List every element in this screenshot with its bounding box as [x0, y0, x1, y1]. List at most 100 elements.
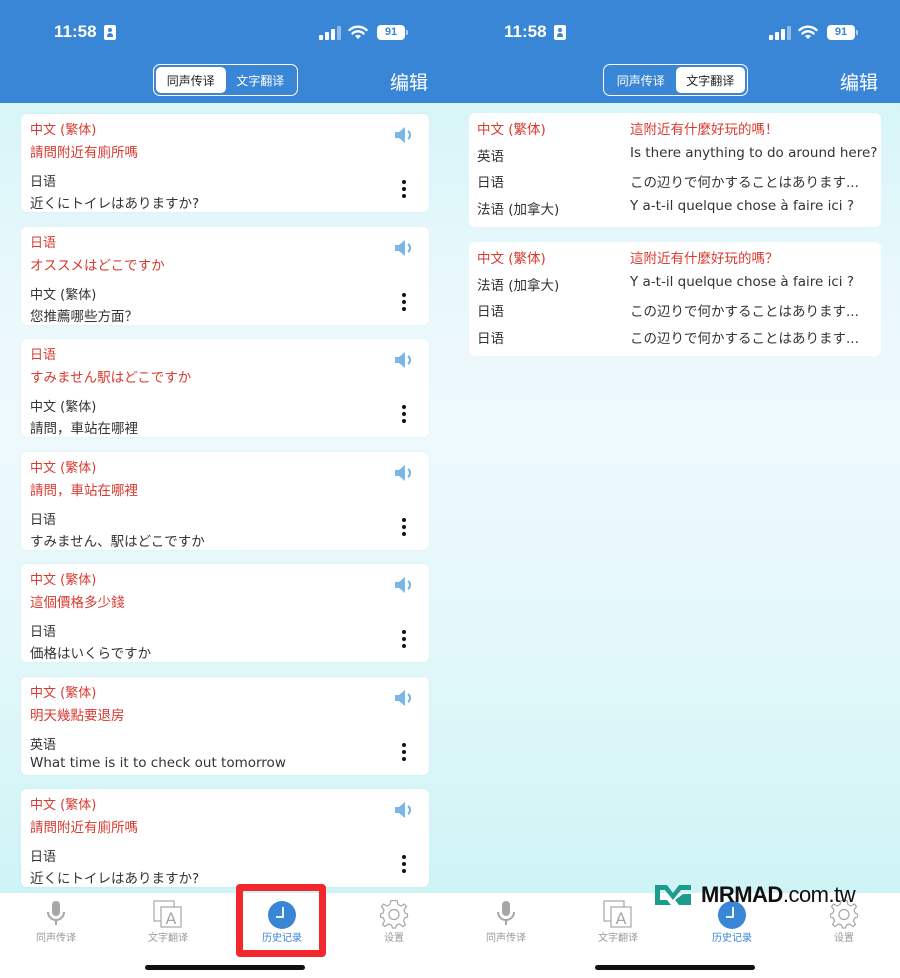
text-translate-icon: A: [603, 900, 633, 932]
language-label: 日语: [477, 304, 504, 320]
more-options-icon[interactable]: [399, 403, 409, 425]
source-text: 請問附近有廁所嗎: [30, 820, 138, 836]
top-bar: 11:58 91 同声传译 文字翻译 编辑: [450, 0, 900, 103]
target-text: 您推薦哪些方面？: [30, 309, 138, 325]
mode-segmented-control: 同声传译 文字翻译: [603, 64, 748, 96]
target-text: 近くにトイレはありますか?: [30, 871, 200, 887]
edit-button[interactable]: 编辑: [390, 68, 428, 95]
translation-text: この辺りで何かすることはあります...: [630, 175, 859, 191]
speaker-icon[interactable]: [393, 463, 415, 483]
language-label: 中文 (繁体): [477, 251, 546, 267]
speaker-icon[interactable]: [393, 350, 415, 370]
translation-text: Is there anything to do around here?: [630, 144, 878, 161]
translation-text: この辺りで何かすることはあります...: [630, 304, 859, 320]
svg-text:A: A: [166, 909, 177, 928]
source-language: 日语: [30, 236, 57, 251]
speaker-icon[interactable]: [393, 800, 415, 820]
speaker-icon[interactable]: [393, 688, 415, 708]
target-language: 英语: [30, 738, 57, 753]
more-options-icon[interactable]: [399, 853, 409, 875]
tab-label: 同声传译: [486, 933, 526, 944]
more-options-icon[interactable]: [399, 516, 409, 538]
tab-simultaneous[interactable]: 同声传译: [0, 893, 112, 953]
microphone-icon: [45, 900, 67, 930]
target-language: 日语: [30, 625, 57, 640]
tab-label: 历史记录: [712, 933, 752, 944]
tab-label: 文字翻译: [148, 933, 188, 944]
tab-label: 设置: [384, 933, 404, 944]
tab-label: 设置: [834, 933, 854, 944]
wifi-icon: [798, 25, 818, 39]
history-card[interactable]: 中文 (繁体) 這個價格多少錢 日语価格はいくらですか: [21, 564, 429, 662]
person-icon: [554, 25, 566, 40]
language-label: 法语 (加拿大): [477, 277, 560, 294]
segment-simultaneous[interactable]: 同声传译: [606, 67, 676, 93]
source-language: 日语: [30, 348, 57, 363]
text-translate-icon: A: [153, 900, 183, 932]
tab-simultaneous[interactable]: 同声传译: [450, 893, 562, 953]
history-card[interactable]: 中文 (繁体) 請問附近有廁所嗎 日语近くにトイレはありますか?: [21, 789, 429, 887]
person-icon: [104, 25, 116, 40]
language-label: 日语: [477, 175, 504, 191]
highlight-annotation-box: [236, 884, 326, 957]
microphone-icon: [495, 900, 517, 930]
target-text: 価格はいくらですか: [30, 646, 152, 662]
home-indicator: [595, 965, 755, 970]
battery-icon: 91: [377, 25, 408, 40]
translation-text: Y a-t-il quelque chose à faire ici ?: [630, 273, 854, 290]
translation-text: 這附近有什麼好玩的嗎！: [630, 122, 779, 138]
source-language: 中文 (繁体): [30, 798, 97, 813]
history-card[interactable]: 日语 オススメはどこですか 中文 (繁体) 您推薦哪些方面？: [21, 227, 429, 325]
target-language: 日语: [30, 850, 57, 865]
signal-icon: [319, 26, 341, 40]
status-time: 11:58: [54, 22, 97, 41]
history-card[interactable]: 中文 (繁体) 明天幾點要退房 英语 What time is it to check…: [21, 677, 429, 775]
source-language: 中文 (繁体): [30, 123, 97, 138]
watermark-brand: MRMAD: [701, 882, 783, 907]
watermark-suffix: .com.tw: [782, 882, 856, 907]
translation-card[interactable]: 中文 (繁体) 這附近有什麼好玩的嗎？ 法语 (加拿大) Y a-t-il quelq…: [469, 242, 881, 356]
translation-text: この辺りで何かすることはあります...: [630, 330, 859, 347]
source-text: すみません駅はどこですか: [30, 370, 192, 386]
home-indicator: [145, 965, 305, 970]
translation-text: 這附近有什麼好玩的嗎？: [630, 251, 779, 267]
language-label: 法语 (加拿大): [477, 201, 560, 218]
source-text: 請問附近有廁所嗎: [30, 145, 138, 161]
history-card[interactable]: 中文 (繁体) 請問附近有廁所嗎 日语近くにトイレはありますか?: [21, 114, 429, 212]
edit-button[interactable]: 编辑: [840, 68, 878, 95]
watermark: MRMAD.com.tw: [653, 880, 856, 910]
speaker-icon[interactable]: [393, 575, 415, 595]
target-text: 近くにトイレはありますか?: [30, 196, 200, 212]
more-options-icon[interactable]: [399, 741, 409, 763]
more-options-icon[interactable]: [399, 628, 409, 650]
speaker-icon[interactable]: [393, 238, 415, 258]
target-text: すみません、駅はどこですか: [30, 534, 205, 550]
segment-text-translate[interactable]: 文字翻译: [226, 67, 296, 93]
tab-label: 同声传译: [36, 933, 76, 944]
history-card[interactable]: 中文 (繁体) 請問，車站在哪裡 日语 すみません、駅はどこですか: [21, 452, 429, 550]
status-time: 11:58: [504, 22, 547, 41]
mode-segmented-control: 同声传译 文字翻译: [153, 64, 298, 96]
more-options-icon[interactable]: [399, 178, 409, 200]
tab-text-translate[interactable]: A 文字翻译: [112, 893, 224, 953]
segment-text-translate[interactable]: 文字翻译: [675, 67, 745, 93]
top-bar: 11:58 91 同声传译 文字翻译 编辑: [0, 0, 450, 103]
language-label: 日语: [477, 330, 504, 347]
speaker-icon[interactable]: [393, 125, 415, 145]
translation-text: Y a-t-il quelque chose à faire ici ?: [630, 197, 854, 214]
translation-card[interactable]: 中文 (繁体) 這附近有什麼好玩的嗎！ 英语 Is there anything to…: [469, 113, 881, 227]
target-language: 日语: [30, 175, 57, 190]
more-options-icon[interactable]: [399, 291, 409, 313]
battery-icon: 91: [827, 25, 858, 40]
target-text: What time is it to check out tomorrow: [30, 755, 286, 771]
source-text: オススメはどこですか: [30, 258, 165, 274]
source-text: 這個價格多少錢: [30, 595, 125, 611]
source-language: 中文 (繁体): [30, 573, 97, 588]
language-label: 中文 (繁体): [477, 122, 546, 138]
segment-simultaneous[interactable]: 同声传译: [156, 67, 226, 93]
source-text: 明天幾點要退房: [30, 708, 125, 724]
source-language: 中文 (繁体): [30, 461, 97, 476]
tab-settings[interactable]: 设置: [338, 893, 450, 953]
svg-text:A: A: [616, 909, 627, 928]
history-card[interactable]: 日语 すみません駅はどこですか 中文 (繁体) 請問，車站在哪裡: [21, 339, 429, 437]
